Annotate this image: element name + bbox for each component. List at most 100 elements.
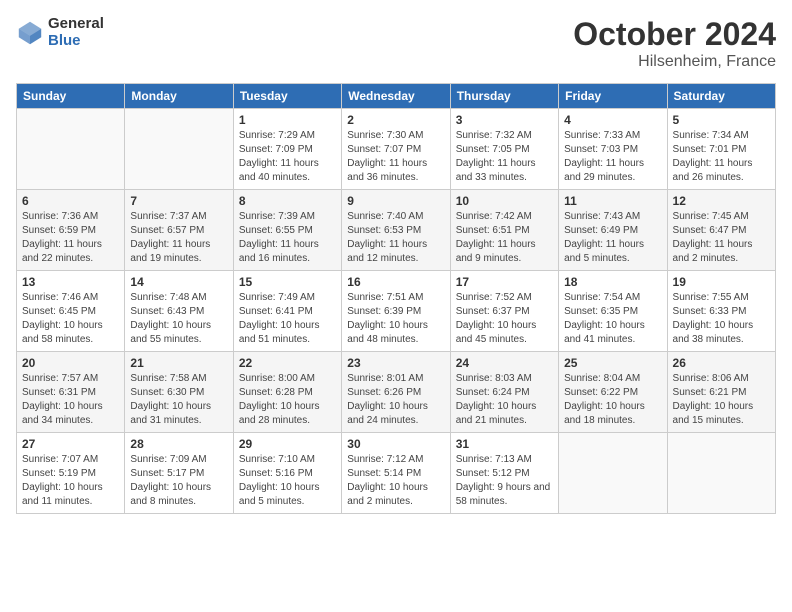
day-info: Sunrise: 7:33 AMSunset: 7:03 PMDaylight:… bbox=[564, 129, 661, 185]
day-number: 25 bbox=[564, 356, 661, 370]
day-number: 1 bbox=[239, 113, 336, 127]
calendar-cell: 6 Sunrise: 7:36 AMSunset: 6:59 PMDaylight… bbox=[17, 190, 125, 271]
calendar-cell: 25Sunrise: 8:04 AMSunset: 6:22 PMDayligh… bbox=[559, 352, 667, 433]
day-info: Sunrise: 7:12 AMSunset: 5:14 PMDaylight:… bbox=[347, 453, 444, 509]
calendar-week-row: 27 Sunrise: 7:07 AMSunset: 5:19 PMDayligh… bbox=[17, 433, 776, 514]
weekday-header-row: SundayMondayTuesdayWednesdayThursdayFrid… bbox=[17, 84, 776, 109]
day-number: 7 bbox=[130, 194, 227, 208]
calendar-cell bbox=[125, 109, 233, 190]
day-info: Sunrise: 7:40 AMSunset: 6:53 PMDaylight:… bbox=[347, 210, 444, 266]
calendar-cell: 18Sunrise: 7:54 AMSunset: 6:35 PMDayligh… bbox=[559, 271, 667, 352]
weekday-header: Monday bbox=[125, 84, 233, 109]
day-info: Sunrise: 7:32 AMSunset: 7:05 PMDaylight:… bbox=[456, 129, 553, 185]
calendar-cell: 15Sunrise: 7:49 AMSunset: 6:41 PMDayligh… bbox=[233, 271, 341, 352]
day-info: Sunrise: 7:13 AMSunset: 5:12 PMDaylight:… bbox=[456, 453, 553, 509]
day-number: 12 bbox=[673, 194, 770, 208]
day-number: 8 bbox=[239, 194, 336, 208]
weekday-header: Sunday bbox=[17, 84, 125, 109]
day-info: Sunrise: 8:03 AMSunset: 6:24 PMDaylight:… bbox=[456, 372, 553, 428]
day-number: 2 bbox=[347, 113, 444, 127]
logo-text: General Blue bbox=[48, 16, 104, 49]
calendar-cell: 3 Sunrise: 7:32 AMSunset: 7:05 PMDaylight… bbox=[450, 109, 558, 190]
day-info: Sunrise: 7:57 AMSunset: 6:31 PMDaylight:… bbox=[22, 372, 119, 428]
day-info: Sunrise: 8:00 AMSunset: 6:28 PMDaylight:… bbox=[239, 372, 336, 428]
calendar-cell: 5 Sunrise: 7:34 AMSunset: 7:01 PMDaylight… bbox=[667, 109, 775, 190]
day-number: 5 bbox=[673, 113, 770, 127]
calendar-cell: 16 Sunrise: 7:51 AMSunset: 6:39 PMDayligh… bbox=[342, 271, 450, 352]
calendar-cell: 29Sunrise: 7:10 AMSunset: 5:16 PMDayligh… bbox=[233, 433, 341, 514]
calendar-cell: 1 Sunrise: 7:29 AMSunset: 7:09 PMDaylight… bbox=[233, 109, 341, 190]
day-info: Sunrise: 7:37 AMSunset: 6:57 PMDaylight:… bbox=[130, 210, 227, 266]
day-info: Sunrise: 8:01 AMSunset: 6:26 PMDaylight:… bbox=[347, 372, 444, 428]
day-info: Sunrise: 7:51 AMSunset: 6:39 PMDaylight:… bbox=[347, 291, 444, 347]
day-info: Sunrise: 7:30 AMSunset: 7:07 PMDaylight:… bbox=[347, 129, 444, 185]
calendar-cell: 13Sunrise: 7:46 AMSunset: 6:45 PMDayligh… bbox=[17, 271, 125, 352]
day-number: 30 bbox=[347, 437, 444, 451]
day-number: 9 bbox=[347, 194, 444, 208]
day-number: 11 bbox=[564, 194, 661, 208]
day-number: 26 bbox=[673, 356, 770, 370]
day-number: 19 bbox=[673, 275, 770, 289]
calendar-cell: 24 Sunrise: 8:03 AMSunset: 6:24 PMDayligh… bbox=[450, 352, 558, 433]
calendar-cell: 7 Sunrise: 7:37 AMSunset: 6:57 PMDaylight… bbox=[125, 190, 233, 271]
weekday-header: Thursday bbox=[450, 84, 558, 109]
calendar-week-row: 20 Sunrise: 7:57 AMSunset: 6:31 PMDayligh… bbox=[17, 352, 776, 433]
calendar-table: SundayMondayTuesdayWednesdayThursdayFrid… bbox=[16, 83, 776, 514]
day-number: 24 bbox=[456, 356, 553, 370]
calendar-cell: 8 Sunrise: 7:39 AMSunset: 6:55 PMDaylight… bbox=[233, 190, 341, 271]
calendar-cell bbox=[17, 109, 125, 190]
logo-icon bbox=[16, 19, 44, 47]
calendar-cell: 2 Sunrise: 7:30 AMSunset: 7:07 PMDaylight… bbox=[342, 109, 450, 190]
page-header: General Blue October 2024 Hilsenheim, Fr… bbox=[16, 16, 776, 71]
calendar-cell: 9 Sunrise: 7:40 AMSunset: 6:53 PMDaylight… bbox=[342, 190, 450, 271]
weekday-header: Tuesday bbox=[233, 84, 341, 109]
day-number: 4 bbox=[564, 113, 661, 127]
day-info: Sunrise: 7:45 AMSunset: 6:47 PMDaylight:… bbox=[673, 210, 770, 266]
day-number: 6 bbox=[22, 194, 119, 208]
day-info: Sunrise: 7:29 AMSunset: 7:09 PMDaylight:… bbox=[239, 129, 336, 185]
day-number: 27 bbox=[22, 437, 119, 451]
calendar-cell: 17 Sunrise: 7:52 AMSunset: 6:37 PMDayligh… bbox=[450, 271, 558, 352]
day-info: Sunrise: 7:43 AMSunset: 6:49 PMDaylight:… bbox=[564, 210, 661, 266]
day-info: Sunrise: 7:46 AMSunset: 6:45 PMDaylight:… bbox=[22, 291, 119, 347]
calendar-cell: 30 Sunrise: 7:12 AMSunset: 5:14 PMDayligh… bbox=[342, 433, 450, 514]
day-number: 22 bbox=[239, 356, 336, 370]
calendar-cell: 19 Sunrise: 7:55 AMSunset: 6:33 PMDayligh… bbox=[667, 271, 775, 352]
day-number: 21 bbox=[130, 356, 227, 370]
day-number: 16 bbox=[347, 275, 444, 289]
weekday-header: Wednesday bbox=[342, 84, 450, 109]
day-info: Sunrise: 7:52 AMSunset: 6:37 PMDaylight:… bbox=[456, 291, 553, 347]
calendar-cell: 31Sunrise: 7:13 AMSunset: 5:12 PMDayligh… bbox=[450, 433, 558, 514]
day-info: Sunrise: 8:06 AMSunset: 6:21 PMDaylight:… bbox=[673, 372, 770, 428]
calendar-cell bbox=[667, 433, 775, 514]
calendar-cell: 27 Sunrise: 7:07 AMSunset: 5:19 PMDayligh… bbox=[17, 433, 125, 514]
calendar-cell: 20 Sunrise: 7:57 AMSunset: 6:31 PMDayligh… bbox=[17, 352, 125, 433]
day-number: 15 bbox=[239, 275, 336, 289]
month-year: October 2024 bbox=[573, 16, 776, 53]
calendar-week-row: 13Sunrise: 7:46 AMSunset: 6:45 PMDayligh… bbox=[17, 271, 776, 352]
day-info: Sunrise: 7:39 AMSunset: 6:55 PMDaylight:… bbox=[239, 210, 336, 266]
calendar-week-row: 6 Sunrise: 7:36 AMSunset: 6:59 PMDaylight… bbox=[17, 190, 776, 271]
day-number: 10 bbox=[456, 194, 553, 208]
day-number: 29 bbox=[239, 437, 336, 451]
calendar-cell: 11 Sunrise: 7:43 AMSunset: 6:49 PMDayligh… bbox=[559, 190, 667, 271]
day-number: 17 bbox=[456, 275, 553, 289]
day-info: Sunrise: 7:48 AMSunset: 6:43 PMDaylight:… bbox=[130, 291, 227, 347]
day-number: 3 bbox=[456, 113, 553, 127]
title-block: October 2024 Hilsenheim, France bbox=[573, 16, 776, 71]
calendar-cell: 26 Sunrise: 8:06 AMSunset: 6:21 PMDayligh… bbox=[667, 352, 775, 433]
logo-blue: Blue bbox=[48, 33, 104, 50]
day-info: Sunrise: 7:07 AMSunset: 5:19 PMDaylight:… bbox=[22, 453, 119, 509]
day-info: Sunrise: 7:36 AMSunset: 6:59 PMDaylight:… bbox=[22, 210, 119, 266]
day-info: Sunrise: 7:34 AMSunset: 7:01 PMDaylight:… bbox=[673, 129, 770, 185]
day-info: Sunrise: 7:55 AMSunset: 6:33 PMDaylight:… bbox=[673, 291, 770, 347]
logo: General Blue bbox=[16, 16, 104, 49]
calendar-cell: 21Sunrise: 7:58 AMSunset: 6:30 PMDayligh… bbox=[125, 352, 233, 433]
logo-general: General bbox=[48, 16, 104, 33]
calendar-cell: 28Sunrise: 7:09 AMSunset: 5:17 PMDayligh… bbox=[125, 433, 233, 514]
calendar-cell: 4 Sunrise: 7:33 AMSunset: 7:03 PMDaylight… bbox=[559, 109, 667, 190]
day-number: 14 bbox=[130, 275, 227, 289]
calendar-cell bbox=[559, 433, 667, 514]
day-number: 20 bbox=[22, 356, 119, 370]
weekday-header: Saturday bbox=[667, 84, 775, 109]
